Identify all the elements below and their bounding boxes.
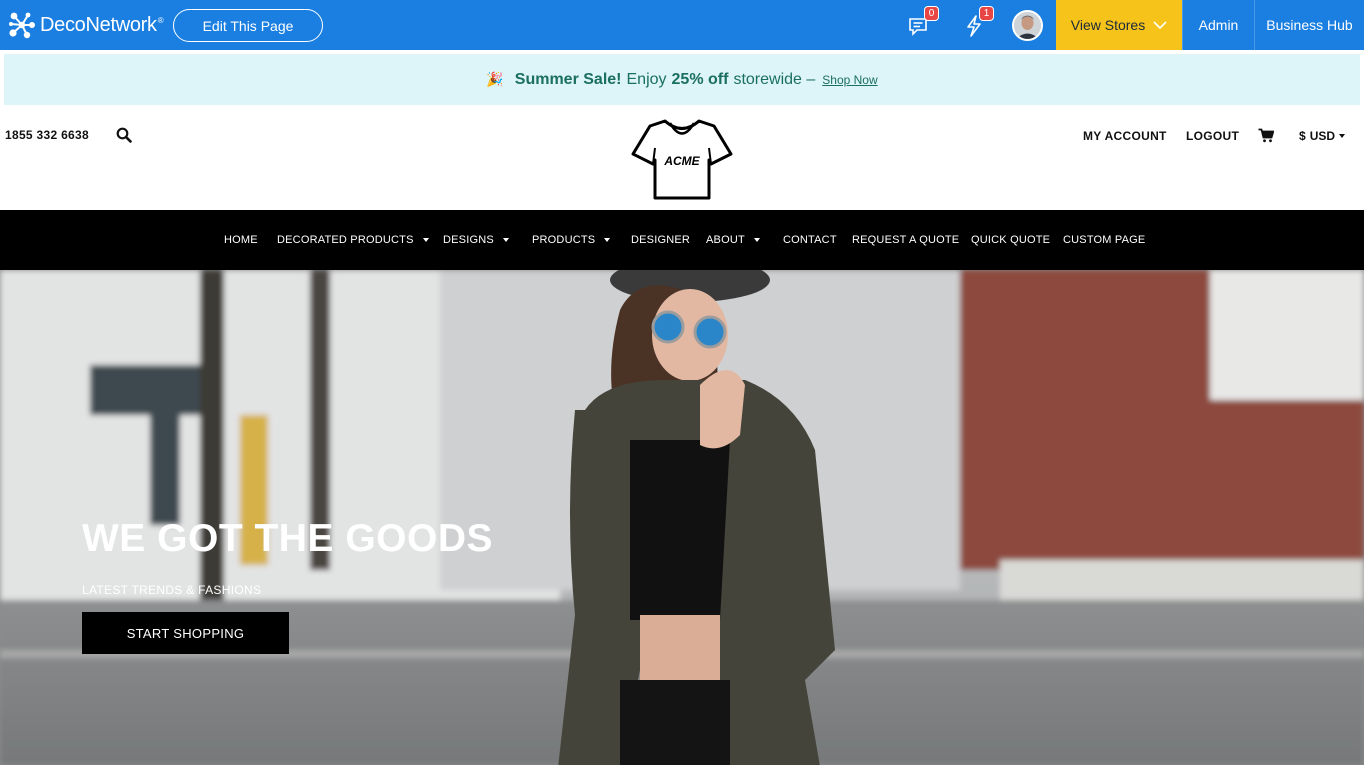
promo-enjoy: Enjoy [626, 70, 667, 88]
cart-button[interactable] [1258, 128, 1275, 148]
business-hub-link[interactable]: Business Hub [1254, 0, 1364, 50]
caret-down-icon [422, 238, 429, 242]
shop-now-link[interactable]: Shop Now [822, 73, 877, 87]
view-stores-label: View Stores [1070, 17, 1146, 33]
caret-down-icon [753, 238, 760, 242]
acme-tshirt-logo: ACME [631, 119, 733, 200]
search-icon [116, 127, 132, 143]
start-shopping-button[interactable]: START SHOPPING [82, 612, 289, 654]
hero-title: WE GOT THE GOODS [82, 517, 494, 560]
nav-item-home[interactable]: HOME [224, 234, 258, 246]
hero-banner: WE GOT THE GOODS LATEST TRENDS & FASHION… [0, 270, 1364, 765]
user-avatar[interactable] [1012, 10, 1043, 41]
messages-count-badge: 0 [924, 6, 939, 21]
caret-down-icon [1339, 134, 1346, 138]
main-nav: HOME DECORATED PRODUCTS DESIGNS PRODUCTS… [0, 210, 1364, 270]
chevron-down-icon [1153, 20, 1167, 29]
promo-banner: 🎉 Summer Sale! Enjoy 25% off storewide –… [4, 54, 1360, 105]
caret-down-icon [604, 238, 611, 242]
currency-code: USD [1309, 129, 1336, 143]
edit-page-button[interactable]: Edit This Page [173, 9, 323, 42]
nav-item-label: DECORATED PRODUCTS [277, 234, 414, 246]
trademark: ® [157, 15, 164, 25]
messages-button[interactable]: 0 [905, 6, 939, 40]
promo-rest: storewide – [733, 70, 816, 88]
party-popper-icon: 🎉 [486, 71, 504, 87]
currency-selector[interactable]: $ USD [1299, 129, 1346, 143]
notifications-button[interactable]: 1 [960, 6, 994, 40]
deconetwork-logo[interactable]: DecoNetwork ® [8, 11, 164, 39]
nav-item-label: PRODUCTS [532, 234, 596, 246]
nav-item-products[interactable]: PRODUCTS [532, 234, 611, 246]
logo-text: ACME [663, 154, 700, 168]
my-account-link[interactable]: MY ACCOUNT [1083, 129, 1167, 143]
nav-item-label: ABOUT [706, 234, 745, 246]
nav-item-request-a-quote[interactable]: REQUEST A QUOTE [852, 234, 959, 246]
nav-item-decorated-products[interactable]: DECORATED PRODUCTS [277, 234, 429, 246]
search-button[interactable] [116, 127, 132, 148]
avatar-portrait [1014, 12, 1041, 39]
currency-symbol: $ [1299, 129, 1306, 143]
phone-number[interactable]: 1855 332 6638 [5, 128, 89, 142]
brand-name: DecoNetwork [40, 13, 157, 36]
nav-item-about[interactable]: ABOUT [706, 234, 760, 246]
view-stores-button[interactable]: View Stores [1056, 0, 1182, 50]
nav-item-label: REQUEST A QUOTE [852, 234, 960, 246]
nav-item-designer[interactable]: DESIGNER [631, 234, 690, 246]
caret-down-icon [502, 238, 509, 242]
nav-item-custom-page[interactable]: CUSTOM PAGE [1063, 234, 1145, 246]
nav-item-designs[interactable]: DESIGNS [443, 234, 509, 246]
nav-item-contact[interactable]: CONTACT [783, 234, 837, 246]
nav-item-label: DESIGNER [631, 234, 691, 246]
deconetwork-logo-icon [9, 12, 35, 39]
nav-item-label: DESIGNS [443, 234, 494, 246]
nav-item-quick-quote[interactable]: QUICK QUOTE [971, 234, 1050, 246]
hero-subtitle: LATEST TRENDS & FASHIONS [82, 583, 262, 597]
logout-link[interactable]: LOGOUT [1186, 129, 1239, 143]
admin-bar: DecoNetwork ® Edit This Page 0 1 View Sto… [0, 0, 1364, 50]
nav-item-label: QUICK QUOTE [971, 234, 1051, 246]
nav-item-label: CUSTOM PAGE [1063, 234, 1146, 246]
acme-logo[interactable]: ACME [631, 118, 733, 202]
promo-sale-label: Summer Sale! [514, 70, 622, 88]
nav-item-label: HOME [224, 234, 258, 246]
cart-icon [1258, 128, 1275, 143]
notifications-count-badge: 1 [979, 6, 994, 21]
nav-item-label: CONTACT [783, 234, 837, 246]
promo-discount: 25% off [671, 70, 729, 88]
admin-link[interactable]: Admin [1182, 0, 1254, 50]
